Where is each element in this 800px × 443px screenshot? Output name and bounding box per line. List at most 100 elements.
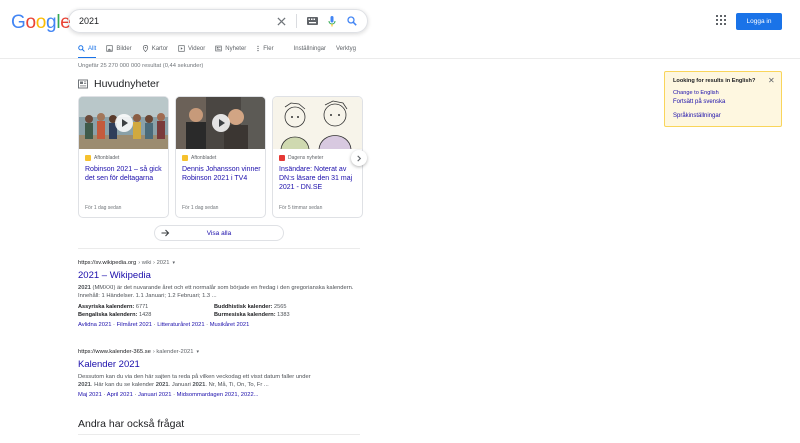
news-source: Aftonbladet <box>182 155 216 161</box>
sitelink[interactable]: Januari 2021 <box>138 392 172 398</box>
snippet-highlight: 2021 <box>155 382 169 388</box>
settings-link[interactable]: Inställningar <box>294 42 326 55</box>
news-headline[interactable]: Insändare: Noterat av DN:s läsare den 31… <box>279 165 359 192</box>
news-card[interactable]: Dagens nyheter Insändare: Noterat av DN:… <box>272 96 363 218</box>
result-title[interactable]: 2021 – Wikipedia <box>78 270 368 281</box>
fact-value: 6771 <box>135 304 149 310</box>
microphone-icon[interactable] <box>323 12 341 30</box>
keyboard-icon[interactable] <box>303 12 321 30</box>
newspaper-icon <box>78 79 88 89</box>
search-result: https://www.kalender-365.se › kalender-2… <box>78 349 368 398</box>
fact-item: Assyriska kalendern: 6771 <box>78 303 214 311</box>
news-source: Aftonbladet <box>85 155 119 161</box>
tab-label: Kartor <box>151 45 169 52</box>
news-thumbnail <box>176 97 265 149</box>
continue-swedish-link[interactable]: Fortsätt på svenska <box>673 99 725 105</box>
section-divider <box>78 248 360 249</box>
result-facts: Assyriska kalendern: 6771 Buddhistisk ka… <box>78 303 368 319</box>
snippet-text: . Nr, Må, Ti, On, To, Fr ... <box>205 382 269 388</box>
news-card[interactable]: Aftonbladet Robinson 2021 – så gick det … <box>78 96 169 218</box>
settings-label: Inställningar <box>293 45 326 52</box>
tab-news[interactable]: Nyheter <box>215 42 246 55</box>
sitelink[interactable]: Litteraturåret 2021 <box>157 322 204 328</box>
fact-item: Burmesiska kalendern: 1383 <box>214 311 354 319</box>
logo-letter: g <box>46 12 57 33</box>
search-input[interactable]: 2021 <box>79 16 272 26</box>
news-time: För 5 timmar sedan <box>279 205 323 211</box>
result-snippet: 2021 (MMXXI) är det nuvarande året och e… <box>78 284 368 300</box>
result-title[interactable]: Kalender 2021 <box>78 359 368 370</box>
result-url[interactable]: https://www.kalender-365.se › kalender-2… <box>78 349 368 355</box>
result-path: › kalender-2021 <box>152 349 194 355</box>
caret-down-icon[interactable]: ▾ <box>196 349 199 355</box>
result-url[interactable]: https://sv.wikipedia.org › wiki › 2021 ▾ <box>78 260 368 266</box>
source-name: Dagens nyheter <box>288 155 324 161</box>
tab-images[interactable]: Bilder <box>106 42 132 55</box>
section-divider <box>78 434 360 435</box>
news-time: För 1 dag sedan <box>182 205 219 211</box>
sitelink[interactable]: April 2021 <box>107 392 133 398</box>
header-divider <box>0 58 800 59</box>
fact-value: 1383 <box>277 312 290 318</box>
result-path: › wiki › 2021 <box>138 260 170 266</box>
fact-value: 2565 <box>274 304 287 310</box>
caret-down-icon[interactable]: ▾ <box>172 260 175 266</box>
change-to-english-link[interactable]: Change to English <box>673 90 719 96</box>
result-sitelinks: Maj 2021 · April 2021 · Januari 2021 · M… <box>78 392 259 398</box>
play-icon[interactable] <box>115 114 133 132</box>
source-favicon-icon <box>279 155 285 161</box>
result-snippet: Dessutom kan du via den här sajten ta re… <box>78 373 368 389</box>
fact-key: Burmesiska kalendern: <box>214 312 276 318</box>
apps-grid-icon[interactable] <box>716 15 726 25</box>
source-favicon-icon <box>85 155 91 161</box>
tools-link[interactable]: Verktyg <box>336 42 356 55</box>
logo-letter: o <box>25 12 36 33</box>
snippet-text: (MMXXI) är det nuvarande året och ett no… <box>78 285 354 299</box>
close-icon[interactable]: ✕ <box>768 76 775 85</box>
result-sitelinks: Avlidna 2021 · Filmåret 2021 · Litteratu… <box>78 322 250 328</box>
logo-letter: o <box>35 12 47 33</box>
sitelink[interactable]: Midsommardagen 2021, 2022... <box>177 392 259 398</box>
news-card[interactable]: Aftonbladet Dennis Johansson vinner Robi… <box>175 96 266 218</box>
tab-more[interactable]: Fler <box>256 42 274 55</box>
fact-item: Bengaliska kalendern: 1428 <box>78 311 214 319</box>
tab-label: Bilder <box>116 45 132 52</box>
search-divider <box>296 14 297 28</box>
tab-all[interactable]: Allt <box>78 42 97 59</box>
news-thumbnail <box>273 97 362 150</box>
arrow-right-icon <box>161 229 170 237</box>
news-source: Dagens nyheter <box>279 155 323 161</box>
login-button[interactable]: Logga in <box>736 13 782 30</box>
tab-maps[interactable]: Kartor <box>142 42 168 55</box>
news-headline[interactable]: Robinson 2021 – så gick det sen för delt… <box>85 165 165 183</box>
language-settings-link[interactable]: Språkinställningar <box>673 113 721 119</box>
result-site: https://sv.wikipedia.org <box>78 260 137 266</box>
fact-key: Assyriska kalendern: <box>78 304 135 310</box>
sitelink[interactable]: Filmåret 2021 <box>117 322 152 328</box>
clear-icon[interactable] <box>272 12 290 30</box>
search-box[interactable]: 2021 <box>68 9 368 33</box>
show-all-news-button[interactable]: Visa alla <box>154 225 284 241</box>
map-pin-icon <box>142 45 148 52</box>
snippet-text: Dessutom kan du via den här sajten ta re… <box>78 374 311 380</box>
sitelink[interactable]: Musikåret 2021 <box>210 322 250 328</box>
tools-label: Verktyg <box>336 45 357 52</box>
source-name: Aftonbladet <box>94 155 120 161</box>
image-icon <box>106 45 113 52</box>
chevron-right-icon <box>357 154 362 162</box>
more-icon <box>257 45 259 52</box>
play-icon[interactable] <box>212 114 230 132</box>
carousel-next-button[interactable] <box>351 150 367 166</box>
fact-key: Buddhistisk kalender: <box>214 304 273 310</box>
fact-item: Buddhistisk kalender: 2565 <box>214 303 354 311</box>
snippet-highlight: 2021 <box>78 382 91 388</box>
sitelink[interactable]: Maj 2021 <box>78 392 102 398</box>
search-icon[interactable] <box>343 12 361 30</box>
news-headline[interactable]: Dennis Johansson vinner Robinson 2021 i … <box>182 165 262 183</box>
google-logo[interactable]: Google <box>11 12 71 34</box>
snippet-highlight: 2021 <box>192 382 206 388</box>
result-stats: Ungefär 25 270 000 000 resultat (0,44 se… <box>78 63 204 69</box>
tab-videos[interactable]: Videor <box>178 42 205 55</box>
sitelink[interactable]: Avlidna 2021 <box>78 322 111 328</box>
search-tabs: Allt Bilder Kartor Videor Nyheter Fler I… <box>78 42 366 59</box>
